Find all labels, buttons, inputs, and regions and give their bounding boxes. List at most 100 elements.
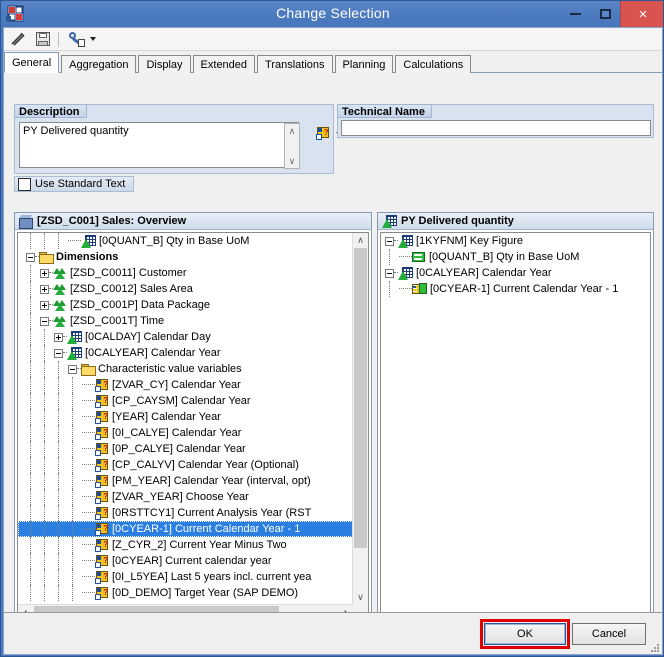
tree-node[interactable]: [ZSD_C001T] Time	[18, 313, 353, 329]
tree-node[interactable]: Characteristic value variables	[18, 361, 353, 377]
tree-node[interactable]: [ZSD_C0011] Customer	[18, 265, 353, 281]
use-standard-text-checkbox[interactable]	[18, 177, 31, 191]
minimize-button[interactable]	[560, 1, 590, 27]
tab-extended[interactable]: Extended	[192, 55, 256, 73]
tree-node[interactable]: ? [CP_CAYSM] Calendar Year	[18, 393, 353, 409]
technical-name-input[interactable]	[341, 120, 651, 136]
collapse-node-icon[interactable]	[385, 236, 394, 246]
tree-node[interactable]: Dimensions	[18, 249, 353, 265]
tree-indent	[18, 553, 82, 569]
tree-node[interactable]: [0CALYEAR] Calendar Year	[18, 345, 353, 361]
change-selection-dialog: Change Selection × General Aggregation D…	[0, 0, 664, 657]
tree-indent	[18, 297, 40, 313]
tree-connector	[82, 464, 95, 466]
tree-node[interactable]: ? [0CYEAR] Current calendar year	[18, 553, 353, 569]
tree-connector	[82, 528, 95, 530]
vertical-scroll-thumb[interactable]	[354, 248, 367, 548]
tab-general[interactable]: General	[4, 52, 60, 73]
scroll-up-icon[interactable]: ∧	[353, 233, 368, 248]
tree-node-selected[interactable]: ? [0CYEAR-1] Current Calendar Year - 1	[18, 521, 353, 537]
tab-translations[interactable]: Translations	[257, 55, 333, 73]
tree-node[interactable]: [ZSD_C0012] Sales Area	[18, 281, 353, 297]
tree-node-label: [0I_L5YEA] Last 5 years incl. current ye…	[112, 571, 312, 583]
collapse-node-icon[interactable]	[26, 252, 35, 262]
tree-indent	[18, 281, 40, 297]
save-button[interactable]	[32, 29, 54, 50]
description-scroll-down-icon[interactable]: ∨	[285, 154, 299, 168]
collapse-node-icon[interactable]	[68, 364, 77, 374]
selection-tree-node-list: [1KYFNM] Key Figure [0QUANT_B] Qty in Bas…	[381, 233, 650, 620]
description-scroll-up-icon[interactable]: ∧	[285, 124, 299, 138]
tree-node[interactable]: [0CYEAR-1] Current Calendar Year - 1	[381, 281, 650, 297]
settings-button[interactable]	[66, 29, 88, 50]
settings-dropdown-button[interactable]	[88, 29, 97, 50]
tree-connector	[82, 512, 95, 514]
infoprovider-cube-icon	[18, 214, 33, 229]
tree-connector	[68, 240, 81, 242]
tree-connector	[82, 592, 95, 594]
scroll-down-icon[interactable]: ∨	[353, 590, 368, 605]
characteristic-icon	[67, 346, 82, 360]
resize-grip[interactable]	[649, 642, 659, 652]
cancel-button[interactable]: Cancel	[572, 623, 646, 645]
tree-indent	[18, 441, 82, 457]
tree-node[interactable]: [0QUANT_B] Qty in Base UoM	[381, 249, 650, 265]
title-bar[interactable]: Change Selection ×	[1, 1, 663, 27]
collapse-node-icon[interactable]	[54, 348, 63, 358]
tree-node[interactable]: ? [YEAR] Calendar Year	[18, 409, 353, 425]
toolbar-separator	[58, 31, 59, 47]
tab-calculations[interactable]: Calculations	[395, 55, 472, 73]
source-tree-vertical-scrollbar[interactable]: ∧ ∨	[352, 233, 368, 605]
tree-node-label: [0QUANT_B] Qty in Base UoM	[99, 235, 250, 247]
tree-node[interactable]: ? [0I_CALYE] Calendar Year	[18, 425, 353, 441]
tree-node[interactable]: [0CALYEAR] Calendar Year	[381, 265, 650, 281]
tree-node-label: Characteristic value variables	[98, 363, 242, 375]
tree-node[interactable]: ? [CP_CALYV] Calendar Year (Optional)	[18, 457, 353, 473]
check-wand-button[interactable]	[7, 29, 29, 50]
collapse-node-icon[interactable]	[40, 316, 49, 326]
use-standard-text-option[interactable]: Use Standard Text	[14, 176, 135, 192]
collapse-node-icon[interactable]	[385, 268, 394, 278]
expand-node-icon[interactable]	[54, 332, 63, 342]
tree-node[interactable]: ? [ZVAR_CY] Calendar Year	[18, 377, 353, 393]
description-variable-button[interactable]: ?	[312, 124, 333, 143]
close-button[interactable]: ×	[620, 1, 663, 27]
tree-node[interactable]: [0CALDAY] Calendar Day	[18, 329, 353, 345]
variable-icon: ?	[95, 586, 109, 600]
tree-node-label: [PM_YEAR] Calendar Year (interval, opt)	[112, 475, 311, 487]
expand-node-icon[interactable]	[40, 300, 49, 310]
tree-connector	[82, 496, 95, 498]
selection-tree-body: [1KYFNM] Key Figure [0QUANT_B] Qty in Bas…	[380, 232, 651, 621]
tree-node[interactable]: [1KYFNM] Key Figure	[381, 233, 650, 249]
ok-button[interactable]: OK	[484, 623, 566, 645]
dialog-client-area: General Aggregation Display Extended Tra…	[3, 27, 663, 655]
tree-node[interactable]: ? [0D_DEMO] Target Year (SAP DEMO)	[18, 585, 353, 601]
tree-connector	[82, 544, 95, 546]
selection-tree-header-text: PY Delivered quantity	[401, 215, 514, 227]
tree-node[interactable]: [0QUANT_B] Qty in Base UoM	[18, 233, 353, 249]
tree-connector	[399, 256, 412, 258]
tree-node[interactable]: ? [0P_CALYE] Calendar Year	[18, 441, 353, 457]
tree-node[interactable]: ? [PM_YEAR] Calendar Year (interval, opt)	[18, 473, 353, 489]
description-scrollbar[interactable]: ∧ ∨	[284, 123, 300, 169]
tab-display[interactable]: Display	[138, 55, 191, 73]
expand-node-icon[interactable]	[40, 284, 49, 294]
tree-node[interactable]: [ZSD_C001P] Data Package	[18, 297, 353, 313]
technical-name-group-title: Technical Name	[337, 104, 432, 118]
tree-node-label: [0CALYEAR] Calendar Year	[416, 267, 552, 279]
expand-node-icon[interactable]	[40, 268, 49, 278]
description-input[interactable]: PY Delivered quantity	[19, 122, 299, 168]
chevron-down-icon	[89, 37, 96, 41]
tree-node[interactable]: ? [0I_L5YEA] Last 5 years incl. current y…	[18, 569, 353, 585]
minimize-icon	[569, 13, 581, 15]
maximize-button[interactable]	[590, 1, 620, 27]
tab-planning[interactable]: Planning	[334, 55, 394, 73]
technical-name-group: Technical Name	[337, 104, 654, 138]
tab-aggregation[interactable]: Aggregation	[61, 55, 137, 73]
tree-node[interactable]: ? [0RSTTCY1] Current Analysis Year (RST	[18, 505, 353, 521]
tree-node[interactable]: ? [ZVAR_YEAR] Choose Year	[18, 489, 353, 505]
folder-icon	[39, 251, 54, 264]
tree-indent	[18, 489, 82, 505]
tree-node[interactable]: ? [Z_CYR_2] Current Year Minus Two	[18, 537, 353, 553]
